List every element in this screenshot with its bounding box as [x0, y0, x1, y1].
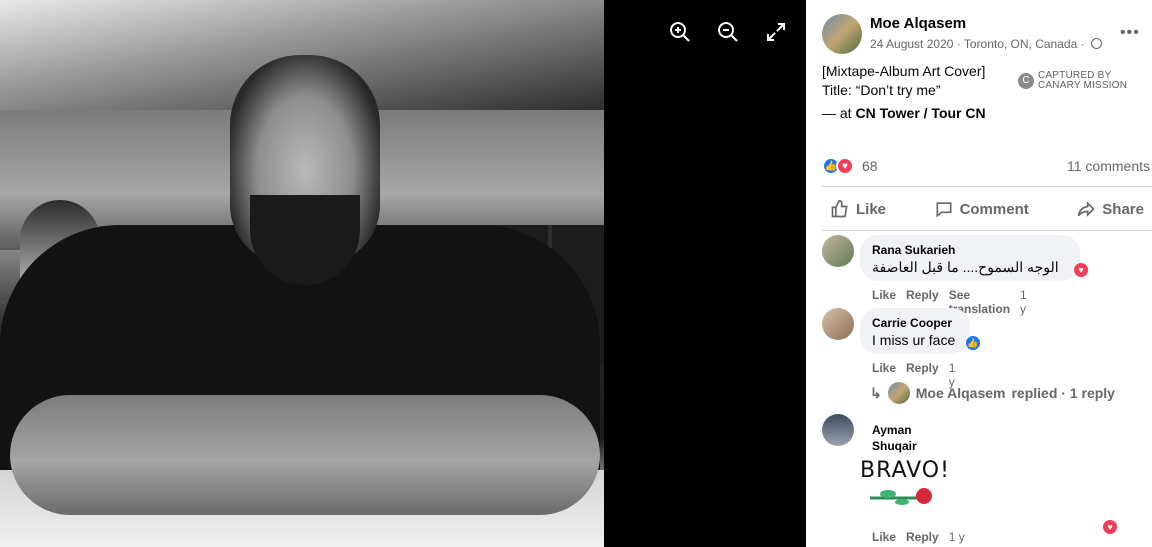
comment-reply-link[interactable]: Reply	[906, 530, 939, 544]
zoom-in-icon[interactable]	[668, 20, 692, 44]
comment-bubble: Carrie Cooper I miss ur face	[860, 308, 970, 354]
like-button-label: Like	[856, 200, 887, 218]
more-options-icon[interactable]: •••	[1120, 24, 1140, 42]
like-button[interactable]: Like	[822, 193, 894, 225]
divider	[822, 230, 1152, 231]
love-reaction-icon[interactable]: ♥	[1072, 261, 1090, 279]
post-actions: Like Comment Share	[822, 193, 1152, 225]
check-in-prefix: — at	[822, 105, 856, 121]
check-in-place[interactable]: CN Tower / Tour CN	[855, 105, 985, 121]
watermark-line-2: CANARY MISSION	[1038, 80, 1128, 91]
comment-time[interactable]: 1 y	[949, 530, 965, 544]
post-date-location[interactable]: 24 August 2020 · Toronto, ON, Canada ·	[870, 37, 1085, 51]
commenter-avatar[interactable]	[822, 308, 854, 340]
rose-icon	[870, 488, 932, 505]
photo-subject-arms	[10, 395, 600, 515]
comment-icon	[936, 202, 952, 218]
comment-button[interactable]: Comment	[926, 193, 1037, 225]
check-in: — at CN Tower / Tour CN	[822, 105, 986, 121]
post-meta: 24 August 2020 · Toronto, ON, Canada ·	[870, 37, 1102, 51]
love-reaction-icon: ♥	[836, 157, 854, 175]
reply-author: Moe Alqasem	[915, 385, 1006, 401]
post-author[interactable]: Moe Alqasem	[870, 15, 966, 32]
share-button[interactable]: Share	[1068, 193, 1152, 225]
post-caption: [Mixtape-Album Art Cover] Title: “Don’t …	[822, 62, 985, 100]
reply-author-avatar	[887, 382, 910, 404]
reply-text: replied · 1 reply	[1011, 385, 1115, 401]
photo-viewer	[0, 0, 806, 547]
reply-summary[interactable]: ↳ Moe Alqasem replied · 1 reply	[870, 382, 1115, 404]
comment-text: الوجه السموح.... ما قبل العاصفة	[872, 259, 1059, 275]
watermark: C CAPTURED BY CANARY MISSION	[1018, 71, 1127, 91]
comment-text: I miss ur face	[872, 332, 956, 348]
globe-icon	[1090, 38, 1102, 49]
love-reaction-icon[interactable]: ♥	[1101, 518, 1119, 536]
reply-arrow-icon: ↳	[870, 384, 882, 401]
share-button-label: Share	[1102, 200, 1144, 218]
commenter-avatar[interactable]	[822, 235, 854, 267]
comment-actions: Like Reply 1 y	[872, 530, 965, 544]
share-icon	[1077, 201, 1095, 217]
thumbs-up-icon	[831, 199, 848, 218]
commenter-avatar[interactable]	[822, 414, 854, 446]
reaction-count[interactable]: 68	[862, 158, 878, 174]
caption-line-2: Title: “Don’t try me”	[822, 82, 941, 98]
like-reaction-icon[interactable]: 👍	[964, 334, 982, 352]
divider	[822, 186, 1152, 187]
watermark-seal-icon: C	[1018, 73, 1034, 89]
comment-time[interactable]: 1 y	[1020, 288, 1027, 316]
commenter-name[interactable]: Ayman Shuqair	[872, 422, 917, 454]
comments-count[interactable]: 11 comments	[1067, 158, 1150, 174]
bravo-sticker[interactable]: BRAVO!	[860, 458, 950, 514]
comment-button-label: Comment	[959, 200, 1029, 218]
commenter-name[interactable]: Rana Sukarieh	[872, 242, 1068, 258]
caption-line-1: [Mixtape-Album Art Cover]	[822, 63, 986, 79]
comment-like-link[interactable]: Like	[872, 530, 896, 544]
author-avatar[interactable]	[822, 14, 862, 54]
commenter-name[interactable]: Carrie Cooper	[872, 315, 958, 331]
fullscreen-icon[interactable]	[764, 20, 788, 44]
zoom-out-icon[interactable]	[716, 20, 740, 44]
post-photo[interactable]	[0, 0, 604, 547]
sticker-text: BRAVO!	[860, 458, 950, 483]
reaction-summary[interactable]: 👍 ♥ 68	[822, 157, 878, 175]
comment-bubble: Rana Sukarieh الوجه السموح.... ما قبل ال…	[860, 235, 1080, 281]
